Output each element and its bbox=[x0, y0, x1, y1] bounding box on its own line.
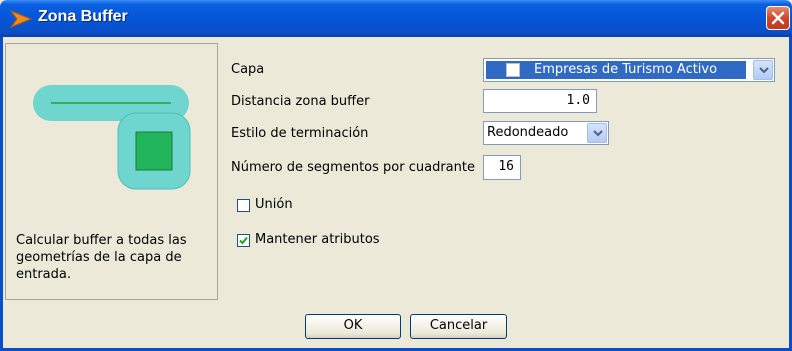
layer-label: Capa bbox=[231, 62, 265, 77]
checkmark-icon bbox=[239, 236, 248, 245]
end-style-label: Estilo de terminación bbox=[231, 126, 369, 141]
app-arrow-icon bbox=[10, 10, 32, 28]
layer-color-swatch-icon bbox=[506, 63, 520, 77]
union-label[interactable]: Unión bbox=[255, 197, 293, 212]
end-style-value: Redondeado bbox=[487, 125, 569, 140]
keep-attributes-label[interactable]: Mantener atributos bbox=[255, 232, 380, 247]
layer-select-value: Empresas de Turismo Activo bbox=[534, 62, 718, 77]
ok-button[interactable]: OK bbox=[305, 314, 401, 339]
layer-selected-item: Empresas de Turismo Activo bbox=[486, 61, 746, 79]
description-panel: Calcular buffer a todas las geometrías d… bbox=[5, 43, 218, 300]
layer-dropdown-button[interactable] bbox=[753, 60, 773, 80]
segments-label: Número de segmentos por cuadrante bbox=[231, 160, 475, 175]
chevron-down-icon bbox=[593, 130, 603, 137]
window-border-left bbox=[0, 37, 3, 351]
chevron-down-icon bbox=[759, 67, 769, 74]
segments-input[interactable]: 16 bbox=[483, 155, 521, 180]
cancel-button[interactable]: Cancelar bbox=[410, 314, 507, 339]
description-text: Calcular buffer a todas las geometrías d… bbox=[16, 233, 187, 282]
end-style-select[interactable]: Redondeado bbox=[483, 121, 609, 145]
buffer-illustration bbox=[33, 85, 191, 190]
window-title: Zona Buffer bbox=[38, 8, 128, 25]
title-bar[interactable]: Zona Buffer bbox=[0, 0, 792, 37]
end-style-dropdown-button[interactable] bbox=[587, 123, 607, 143]
distance-label: Distancia zona buffer bbox=[231, 94, 370, 109]
close-icon bbox=[771, 11, 785, 25]
layer-select[interactable]: Empresas de Turismo Activo bbox=[483, 58, 775, 82]
close-button[interactable] bbox=[766, 6, 790, 30]
keep-attributes-checkbox[interactable] bbox=[237, 234, 250, 247]
distance-input[interactable]: 1.0 bbox=[483, 89, 597, 113]
union-checkbox[interactable] bbox=[237, 199, 250, 212]
